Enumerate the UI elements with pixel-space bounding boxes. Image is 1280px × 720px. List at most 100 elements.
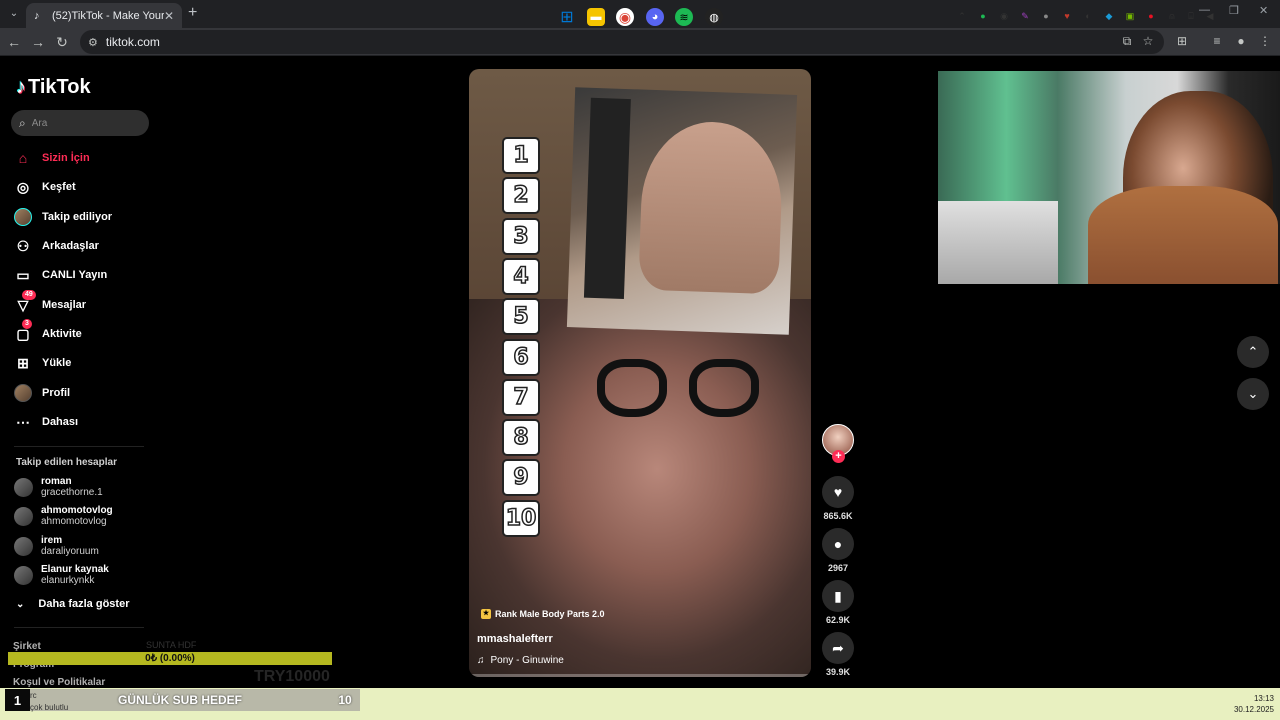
tray-app3-icon[interactable]: ◆ [1103,11,1115,22]
like-button[interactable]: ♥ [822,476,854,508]
account-handle: ahmomotovlog [41,516,107,527]
weather-desc: çok bulutlu [30,703,69,712]
following-account-irem[interactable]: irem daraliyoruum [14,535,99,558]
tray-app2-icon[interactable]: ◐ [1082,11,1094,21]
sidebar-item-profile[interactable]: Profil [14,383,70,403]
heart-icon: ♥ [833,484,843,500]
footer-link-terms[interactable]: Koşul ve Politikalar [13,677,105,688]
tray-overflow-icon[interactable]: ⌃ [956,11,968,22]
sidebar-item-messages[interactable]: ▽ 49 Mesajlar [14,290,86,315]
save-button[interactable]: ▮ [822,580,854,612]
close-tab-icon[interactable]: ✕ [164,9,174,23]
rank-box: 7 [502,378,540,416]
rank-box: 1 [502,137,540,174]
tiktok-favicon-icon: ♪ [34,9,40,22]
microphone-icon[interactable]: ⍝ [1166,11,1178,22]
search-bar[interactable]: ⌕ [11,110,149,136]
tray-app-icon[interactable]: ● [1040,11,1052,21]
sidebar-item-explore[interactable]: ◎ Keşfet [14,177,76,197]
site-info-icon[interactable]: ⚙ [88,36,98,49]
home-icon: ⌂ [18,150,28,166]
sidebar-item-label: Yükle [42,357,72,369]
file-explorer-icon[interactable]: ▬ [587,8,605,26]
network-icon[interactable]: ⌸ [1185,11,1197,22]
system-clock[interactable]: 13:13 30.12.2025 [1226,693,1274,715]
comment-count: 2967 [827,563,849,573]
tray-steam-icon[interactable]: ◉ [998,11,1010,22]
tiktok-logo[interactable]: ♪ TikTok [16,76,91,99]
follow-plus-icon[interactable]: + [832,450,845,463]
sidebar-item-following[interactable]: Takip ediliyor [14,207,112,227]
bookmark-star-icon[interactable]: ☆ [1140,34,1156,48]
overlay-faint-text: SUNTA HDF [146,640,197,650]
close-window-icon[interactable]: ✕ [1259,4,1268,17]
sidebar-item-label: Takip ediliyor [42,211,113,223]
discord-icon[interactable]: ◕ [646,8,664,26]
previous-video-button[interactable]: ⌃ [1237,336,1269,368]
rank-box: 3 [502,217,540,255]
video-progress-bar[interactable] [469,674,811,677]
start-menu-icon[interactable]: ⊞ [558,8,576,26]
reading-list-icon[interactable]: ≡ [1209,34,1225,48]
tray-nvidia-icon[interactable]: ▣ [1124,11,1136,22]
sidebar-item-upload[interactable]: ⊞ Yükle [14,353,71,373]
browser-tab[interactable]: ♪ (52)TikTok - Make Your Day ✕ [26,3,182,28]
following-account-elanur[interactable]: Elanur kaynak elanurkynkk [14,564,109,587]
share-count: 39.9K [825,667,851,677]
compass-icon: ◎ [16,178,30,195]
tray-pen-icon[interactable]: ✎ [1019,11,1031,22]
extensions-icon[interactable]: ⊞ [1174,34,1190,48]
back-icon[interactable]: ← [6,34,22,50]
search-input[interactable] [31,117,132,129]
clock-date: 30.12.2025 [1233,705,1274,714]
rank-box: 4 [502,257,540,295]
next-video-button[interactable]: ⌄ [1237,378,1269,410]
show-more-button[interactable]: ⌄ Daha fazla göster [16,598,129,610]
webcam-overlay [938,71,1280,284]
weather-temp: rc [30,691,37,700]
effect-label: Rank Male Body Parts 2.0 [495,609,605,619]
spotify-icon[interactable]: ≋ [675,8,693,26]
tray-record-icon[interactable]: ● [1145,11,1157,21]
chrome-icon[interactable]: ◉ [616,8,634,26]
tray-antivirus-icon[interactable]: ♥ [1061,11,1073,21]
friends-icon: ⚇ [16,237,30,254]
browser-menu-icon[interactable]: ⋮ [1257,34,1273,48]
comment-button[interactable]: ● [822,528,854,560]
sidebar-item-live[interactable]: ▭ CANLI Yayın [14,265,107,285]
footer-link-company[interactable]: Şirket [13,641,41,652]
sidebar-item-more[interactable]: ⋯ Dahası [14,412,78,432]
music-link[interactable]: ♫ Pony - Ginuwine [477,655,564,666]
tab-title: (52)TikTok - Make Your Day [52,9,164,22]
tray-spotify-icon[interactable]: ● [977,11,989,21]
share-icon: ➦ [832,639,844,656]
share-button[interactable]: ➦ [822,632,854,664]
following-account-roman[interactable]: roman gracethorne.1 [14,476,103,499]
chevron-down-icon: ⌄ [16,598,25,610]
reload-icon[interactable]: ↻ [54,34,70,50]
avatar [14,478,33,497]
video-author[interactable]: mmashalefterr [477,633,553,645]
sidebar-item-activity[interactable]: ▢ 3 Aktivite [14,319,82,344]
profile-icon[interactable]: ● [1233,34,1249,48]
new-tab-icon[interactable]: + [188,4,202,22]
install-app-icon[interactable]: ⧉ [1119,34,1135,49]
video-player[interactable]: 1 2 3 4 5 6 7 8 9 10 ★ Rank Male Body Parts 2.0 m… [469,69,811,677]
address-bar[interactable]: ⚙ tiktok.com [80,30,1164,54]
sidebar-item-for-you[interactable]: ⌂ Sizin İçin [14,148,90,168]
effect-tag[interactable]: ★ Rank Male Body Parts 2.0 [481,609,605,619]
sidebar-item-label: Keşfet [42,181,76,193]
account-name: ahmomotovlog [41,505,113,516]
sidebar-item-label: Dahası [42,416,79,428]
forward-icon[interactable]: → [30,34,46,50]
sidebar-item-label: Profil [42,387,71,399]
sidebar-item-friends[interactable]: ⚇ Arkadaşlar [14,236,99,256]
tab-search-icon[interactable]: ⌄ [6,6,22,22]
sidebar-divider [14,627,144,628]
restore-icon[interactable]: ❐ [1229,4,1239,17]
activity-icon: ▢ 3 [14,319,32,343]
obs-icon[interactable]: ◍ [705,8,723,26]
following-account-ahmomotovlog[interactable]: ahmomotovlog ahmomotovlog [14,505,113,528]
activity-badge: 3 [22,319,32,329]
volume-icon[interactable]: ◀ [1204,11,1216,22]
